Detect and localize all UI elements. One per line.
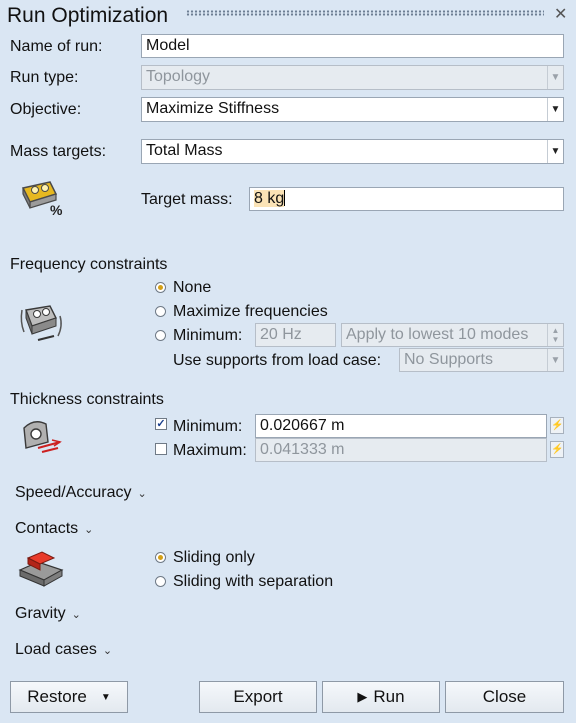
percent-label: %: [50, 202, 63, 218]
load-cases-label: Load cases: [15, 641, 97, 658]
sliding-separation-radio[interactable]: [155, 576, 166, 587]
export-label: Export: [233, 687, 283, 706]
thickness-minimum-checkbox[interactable]: ✓: [155, 418, 167, 430]
modes-spinner: Apply to lowest 10 modes ▲ ▼: [341, 323, 564, 347]
modes-value: Apply to lowest 10 modes: [346, 326, 529, 343]
objective-select[interactable]: Maximize Stiffness ▼: [141, 97, 564, 122]
frequency-none-label[interactable]: None: [173, 279, 211, 297]
thickness-maximum-input: 0.041333 m: [255, 438, 547, 462]
chevron-down-icon: ▼: [547, 66, 563, 89]
thickness-icon: [18, 418, 64, 458]
chevron-down-icon: ⌄: [71, 609, 81, 621]
spinner-arrows-icon: ▲ ▼: [547, 324, 563, 346]
thickness-maximum-label[interactable]: Maximum:: [173, 442, 247, 460]
supports-value: No Supports: [404, 351, 493, 368]
chevron-down-icon: ⌄: [84, 524, 94, 536]
restore-label: Restore: [27, 687, 87, 706]
run-name-label: Name of run:: [10, 38, 103, 55]
frequency-minimum-label[interactable]: Minimum:: [173, 327, 242, 345]
close-button[interactable]: Close: [445, 681, 564, 713]
sliding-only-radio[interactable]: [155, 552, 166, 563]
run-button[interactable]: ▶ Run: [322, 681, 440, 713]
contacts-expander[interactable]: Contacts ⌄: [15, 520, 93, 538]
speed-accuracy-label: Speed/Accuracy: [15, 484, 132, 501]
chevron-down-icon: ▼: [547, 140, 563, 163]
thickness-section-title: Thickness constraints: [10, 391, 164, 408]
frequency-section-title: Frequency constraints: [10, 256, 168, 273]
contact-icon: [18, 548, 64, 588]
target-mass-label: Target mass:: [141, 191, 233, 208]
run-label: Run: [373, 687, 405, 706]
export-button[interactable]: Export: [199, 681, 317, 713]
load-cases-expander[interactable]: Load cases ⌄: [15, 641, 112, 659]
frequency-icon: [16, 302, 66, 346]
mass-target-icon: %: [18, 178, 63, 218]
frequency-maximize-radio[interactable]: [155, 306, 166, 317]
chevron-down-icon: ▼: [100, 691, 111, 703]
lightning-icon[interactable]: ⚡: [550, 417, 564, 434]
objective-value: Maximize Stiffness: [146, 100, 280, 117]
window-title: Run Optimization: [7, 4, 169, 27]
mass-targets-label: Mass targets:: [10, 143, 107, 160]
lightning-icon[interactable]: ⚡: [550, 441, 564, 458]
frequency-minimum-input: 20 Hz: [255, 323, 336, 347]
play-icon: ▶: [357, 689, 368, 704]
chevron-down-icon: ⌄: [137, 488, 147, 500]
title-grip[interactable]: [186, 10, 544, 16]
frequency-minimum-radio[interactable]: [155, 330, 166, 341]
sliding-separation-label[interactable]: Sliding with separation: [173, 573, 333, 591]
close-label: Close: [482, 687, 527, 706]
thickness-maximum-checkbox[interactable]: [155, 443, 167, 455]
gravity-label: Gravity: [15, 605, 66, 622]
speed-accuracy-expander[interactable]: Speed/Accuracy ⌄: [15, 484, 147, 502]
objective-label: Objective:: [10, 101, 82, 118]
contacts-label: Contacts: [15, 520, 79, 537]
gravity-expander[interactable]: Gravity ⌄: [15, 605, 81, 623]
chevron-down-icon: ▼: [547, 98, 563, 121]
run-type-select: Topology ▼: [141, 65, 564, 90]
frequency-maximize-label[interactable]: Maximize frequencies: [173, 303, 328, 321]
thickness-minimum-label[interactable]: Minimum:: [173, 418, 242, 436]
mass-targets-select[interactable]: Total Mass ▼: [141, 139, 564, 164]
run-name-input[interactable]: Model: [141, 34, 564, 58]
supports-select: No Supports ▼: [399, 348, 564, 372]
thickness-minimum-input[interactable]: 0.020667 m: [255, 414, 547, 438]
chevron-down-icon: ▼: [547, 349, 563, 371]
restore-button[interactable]: Restore ▼: [10, 681, 128, 713]
run-type-label: Run type:: [10, 69, 79, 86]
target-mass-input[interactable]: 8 kg: [249, 187, 564, 211]
chevron-down-icon: ⌄: [102, 645, 113, 657]
run-type-value: Topology: [146, 68, 211, 85]
mass-targets-value: Total Mass: [146, 142, 223, 159]
target-mass-value: 8 kg: [254, 190, 285, 207]
sliding-only-label[interactable]: Sliding only: [173, 549, 255, 567]
supports-label: Use supports from load case:: [173, 352, 382, 369]
frequency-none-radio[interactable]: [155, 282, 166, 293]
close-icon[interactable]: ✕: [554, 4, 567, 24]
